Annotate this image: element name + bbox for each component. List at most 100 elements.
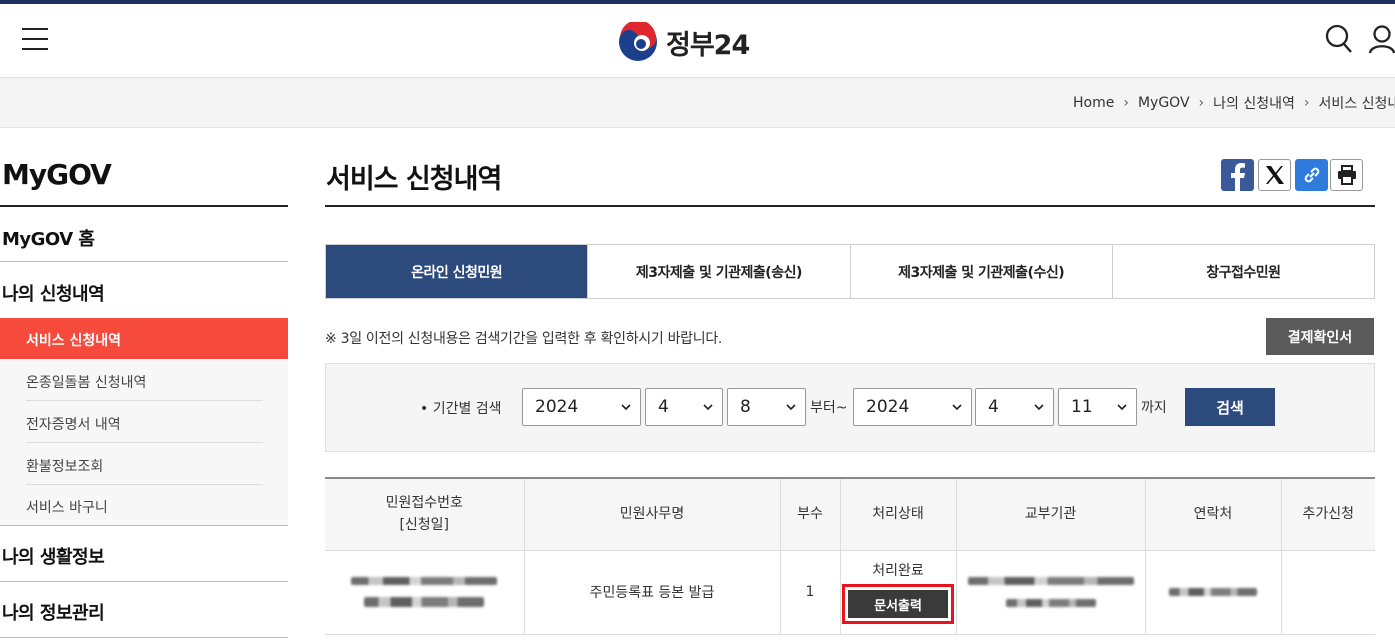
breadcrumb-bar: Home › MyGOV › 나의 신청내역 › 서비스 신청내 <box>0 78 1395 128</box>
header-copies: 부수 <box>780 478 841 551</box>
sidebar-divider <box>0 581 288 582</box>
hamburger-icon <box>22 28 48 30</box>
header-search-button[interactable] <box>1325 24 1353 54</box>
breadcrumb-home[interactable]: Home <box>1073 95 1114 111</box>
chevron-down-icon <box>786 404 796 411</box>
redacted-contact <box>1169 588 1257 596</box>
header-apply-date-label: [신청일] <box>399 517 450 534</box>
x-icon <box>1265 166 1284 184</box>
copies-cell: 1 <box>780 550 841 635</box>
header-receipt-number: 민원접수번호 [신청일] <box>325 478 525 551</box>
search-period-notice: ※ 3일 이전의 신청내용은 검색기간을 입력한 후 확인하시기 바랍니다. <box>325 331 723 347</box>
header-service-name: 민원사무명 <box>524 478 781 551</box>
chevron-down-icon <box>621 404 631 411</box>
redacted-agency <box>967 577 1134 585</box>
facebook-icon <box>1231 163 1245 191</box>
search-button[interactable]: 검색 <box>1185 388 1275 426</box>
redacted-apply-date <box>364 597 485 607</box>
application-tabs: 온라인 신청민원 제3자제출 및 기관제출(송신) 제3자제출 및 기관제출(수… <box>325 244 1375 299</box>
to-day-value: 11 <box>1071 397 1093 417</box>
sidebar-subdivider <box>26 442 263 443</box>
applications-table: 민원접수번호 [신청일] 민원사무명 부수 처리상태 교부기관 연락처 추가신청… <box>325 477 1375 635</box>
header-issuing-agency: 교부기관 <box>956 478 1146 551</box>
header-receipt-number-label: 민원접수번호 <box>385 495 463 512</box>
chevron-right-icon: › <box>1303 95 1310 111</box>
sidebar: MyGOV MyGOV 홈 나의 신청내역 서비스 신청내역 온종일돌봄 신청내… <box>0 128 288 644</box>
header-status: 처리상태 <box>840 478 957 551</box>
sidebar-subdivider <box>26 400 263 401</box>
to-day-select[interactable]: 11 <box>1058 388 1137 426</box>
receipt-number-cell <box>325 550 525 635</box>
search-icon <box>1325 24 1352 53</box>
sidebar-title: MyGOV <box>2 158 112 191</box>
sidebar-divider <box>0 261 288 262</box>
header-user-button[interactable] <box>1368 24 1395 54</box>
from-year-select[interactable]: 2024 <box>522 388 641 426</box>
from-day-value: 8 <box>740 397 751 417</box>
sidebar-divider <box>0 525 288 526</box>
sidebar-item-my-info[interactable]: 나의 정보관리 <box>0 599 288 625</box>
redacted-receipt-number <box>351 577 498 585</box>
share-facebook-button[interactable] <box>1221 159 1254 191</box>
print-icon <box>1337 165 1356 185</box>
share-x-button[interactable] <box>1258 159 1291 191</box>
contact-cell <box>1145 550 1282 635</box>
period-search-label: • 기간별 검색 <box>420 401 502 417</box>
site-header: 정부24 <box>0 4 1395 78</box>
sidebar-subitem-basket[interactable]: 서비스 바구니 <box>26 497 108 517</box>
logo-text: 정부24 <box>666 29 750 61</box>
header-contact: 연락처 <box>1145 478 1282 551</box>
sidebar-subitem-service-applications[interactable]: 서비스 신청내역 <box>0 318 288 359</box>
tab-third-party-received[interactable]: 제3자제출 및 기관제출(수신) <box>849 245 1112 298</box>
tab-counter-applications[interactable]: 창구접수민원 <box>1111 245 1374 298</box>
sidebar-subdivider <box>26 484 263 485</box>
chevron-down-icon <box>1117 404 1127 411</box>
hamburger-icon-line <box>22 38 48 40</box>
breadcrumb-current: 서비스 신청내 <box>1318 96 1395 112</box>
sidebar-divider <box>0 637 288 638</box>
print-page-button[interactable] <box>1330 159 1363 191</box>
from-day-select[interactable]: 8 <box>727 388 806 426</box>
table-row: 주민등록표 등본 발급 1 처리완료 문서출력 <box>325 550 1375 635</box>
chevron-down-icon <box>952 404 962 411</box>
sidebar-subitem-refund[interactable]: 환불정보조회 <box>26 456 103 476</box>
payment-receipt-button[interactable]: 결제확인서 <box>1266 318 1374 355</box>
from-month-select[interactable]: 4 <box>645 388 723 426</box>
hamburger-icon-line <box>22 48 48 50</box>
highlight-box: 문서출력 <box>842 584 954 624</box>
to-month-value: 4 <box>988 397 999 417</box>
breadcrumb: Home › MyGOV › 나의 신청내역 › 서비스 신청내 <box>1073 93 1395 113</box>
to-word: 까지 <box>1141 400 1167 416</box>
additional-request-cell <box>1281 550 1375 635</box>
sidebar-item-applications[interactable]: 나의 신청내역 <box>0 280 288 306</box>
hamburger-menu-button[interactable] <box>22 28 48 54</box>
title-divider <box>325 205 1375 207</box>
share-link-button[interactable] <box>1295 159 1328 191</box>
breadcrumb-applications[interactable]: 나의 신청내역 <box>1213 93 1295 113</box>
print-document-button[interactable]: 문서출력 <box>848 590 948 618</box>
from-word: 부터~ <box>810 400 848 416</box>
header-additional-request: 추가신청 <box>1281 478 1375 551</box>
breadcrumb-mygov[interactable]: MyGOV <box>1138 95 1190 111</box>
chevron-down-icon <box>703 404 713 411</box>
sidebar-submenu: 서비스 신청내역 온종일돌봄 신청내역 전자증명서 내역 환불정보조회 서비스 … <box>0 318 288 526</box>
tab-third-party-sent[interactable]: 제3자제출 및 기관제출(송신) <box>587 245 850 298</box>
chevron-right-icon: › <box>1123 95 1129 111</box>
sidebar-subitem-e-certificates[interactable]: 전자증명서 내역 <box>26 414 121 434</box>
redacted-agency-line2 <box>1005 599 1096 607</box>
status-text: 처리완료 <box>872 563 924 579</box>
service-name-cell: 주민등록표 등본 발급 <box>524 550 781 635</box>
site-logo[interactable]: 정부24 <box>618 22 750 62</box>
sidebar-item-mygov-home[interactable]: MyGOV 홈 <box>0 225 288 251</box>
to-year-select[interactable]: 2024 <box>853 388 972 426</box>
table-header-row: 민원접수번호 [신청일] 민원사무명 부수 처리상태 교부기관 연락처 추가신청 <box>325 478 1375 551</box>
sidebar-subitem-childcare[interactable]: 온종일돌봄 신청내역 <box>26 372 146 392</box>
from-year-value: 2024 <box>535 397 579 417</box>
issuing-agency-cell <box>956 550 1146 635</box>
tab-online-applications[interactable]: 온라인 신청민원 <box>326 245 588 298</box>
link-icon <box>1304 167 1319 183</box>
user-icon <box>1368 25 1395 54</box>
to-month-select[interactable]: 4 <box>975 388 1054 426</box>
sidebar-item-life-info[interactable]: 나의 생활정보 <box>0 543 288 569</box>
to-year-value: 2024 <box>866 397 910 417</box>
